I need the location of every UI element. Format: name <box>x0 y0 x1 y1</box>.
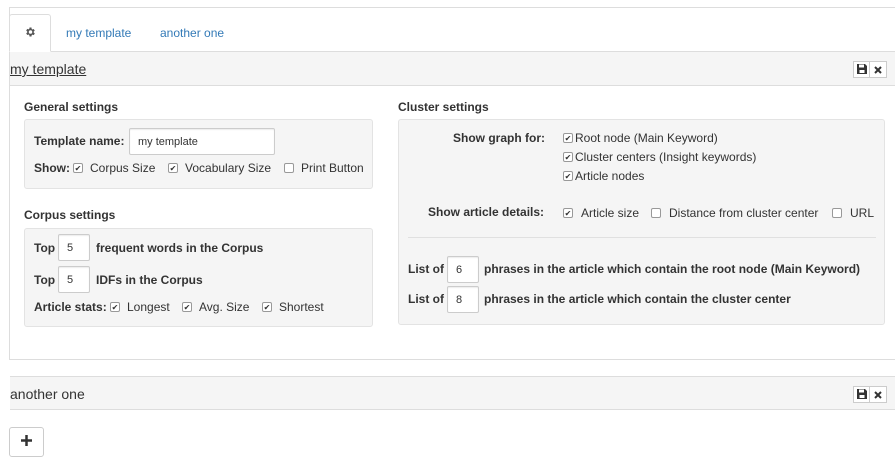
distance-checkbox[interactable] <box>651 208 661 218</box>
close-icon <box>874 63 882 77</box>
longest-checkbox[interactable] <box>110 302 120 312</box>
print-button-label: Print Button <box>301 161 364 175</box>
panel-heading-my-template: my template <box>10 52 895 86</box>
floppy-disk-icon <box>856 63 867 77</box>
panel-title[interactable]: another one <box>10 386 85 402</box>
article-size-checkbox[interactable] <box>563 208 573 218</box>
frequent-words-input[interactable] <box>58 234 90 261</box>
list-of-center-label: List of <box>408 292 444 306</box>
frequent-words-text: frequent words in the Corpus <box>96 241 264 255</box>
template-name-label: Template name: <box>34 134 125 148</box>
plus-icon <box>21 435 32 449</box>
vocabulary-size-checkbox[interactable] <box>168 163 178 173</box>
url-label: URL <box>850 206 875 220</box>
corpus-settings-heading: Corpus settings <box>24 208 116 222</box>
close-button[interactable] <box>870 386 887 403</box>
root-phrases-text: phrases in the article which contain the… <box>484 262 861 276</box>
cluster-centers-checkbox[interactable] <box>563 152 573 162</box>
top-frequent-label: Top <box>34 241 56 255</box>
corpus-size-checkbox[interactable] <box>73 163 83 173</box>
shortest-checkbox[interactable] <box>262 302 272 312</box>
save-button[interactable] <box>853 61 870 78</box>
longest-label: Longest <box>127 300 170 314</box>
tab-my-template[interactable]: my template <box>66 14 131 52</box>
article-nodes-checkbox[interactable] <box>563 171 573 181</box>
panel-heading-another-one: another one <box>10 376 895 410</box>
tab-another-one[interactable]: another one <box>160 14 224 52</box>
close-button[interactable] <box>870 61 887 78</box>
center-phrases-input[interactable] <box>447 286 479 313</box>
avg-size-checkbox[interactable] <box>182 302 192 312</box>
tab-settings[interactable] <box>9 14 51 52</box>
gear-icon <box>24 26 36 41</box>
corpus-size-label: Corpus Size <box>90 161 156 175</box>
distance-label: Distance from cluster center <box>669 206 819 220</box>
top-idf-label: Top <box>34 273 56 287</box>
root-phrases-input[interactable] <box>447 256 479 283</box>
cluster-settings-heading: Cluster settings <box>398 100 489 114</box>
article-nodes-label: Article nodes <box>575 169 645 183</box>
show-graph-label: Show graph for: <box>453 131 545 145</box>
center-phrases-text: phrases in the article which contain the… <box>484 292 791 306</box>
avg-size-label: Avg. Size <box>199 300 250 314</box>
article-stats-label: Article stats: <box>34 300 107 314</box>
cluster-divider <box>408 237 876 238</box>
article-size-label: Article size <box>581 206 640 220</box>
vocabulary-size-label: Vocabulary Size <box>185 161 272 175</box>
show-label: Show: <box>34 161 70 175</box>
add-template-button[interactable] <box>9 427 44 457</box>
cluster-centers-label: Cluster centers (Insight keywords) <box>575 150 757 164</box>
url-checkbox[interactable] <box>832 208 842 218</box>
close-icon <box>874 388 882 402</box>
floppy-disk-icon <box>856 388 867 402</box>
general-settings-heading: General settings <box>24 100 119 114</box>
panel-title[interactable]: my template <box>10 61 86 77</box>
list-of-root-label: List of <box>408 262 444 276</box>
idf-text: IDFs in the Corpus <box>96 273 203 287</box>
print-button-checkbox[interactable] <box>284 163 294 173</box>
tab-bar: my template another one <box>9 14 895 52</box>
root-node-label: Root node (Main Keyword) <box>575 131 718 145</box>
template-name-input[interactable] <box>129 128 275 155</box>
idf-input[interactable] <box>58 266 90 293</box>
root-node-checkbox[interactable] <box>563 133 573 143</box>
save-button[interactable] <box>853 386 870 403</box>
shortest-label: Shortest <box>279 300 324 314</box>
article-details-label: Show article details: <box>428 205 545 219</box>
